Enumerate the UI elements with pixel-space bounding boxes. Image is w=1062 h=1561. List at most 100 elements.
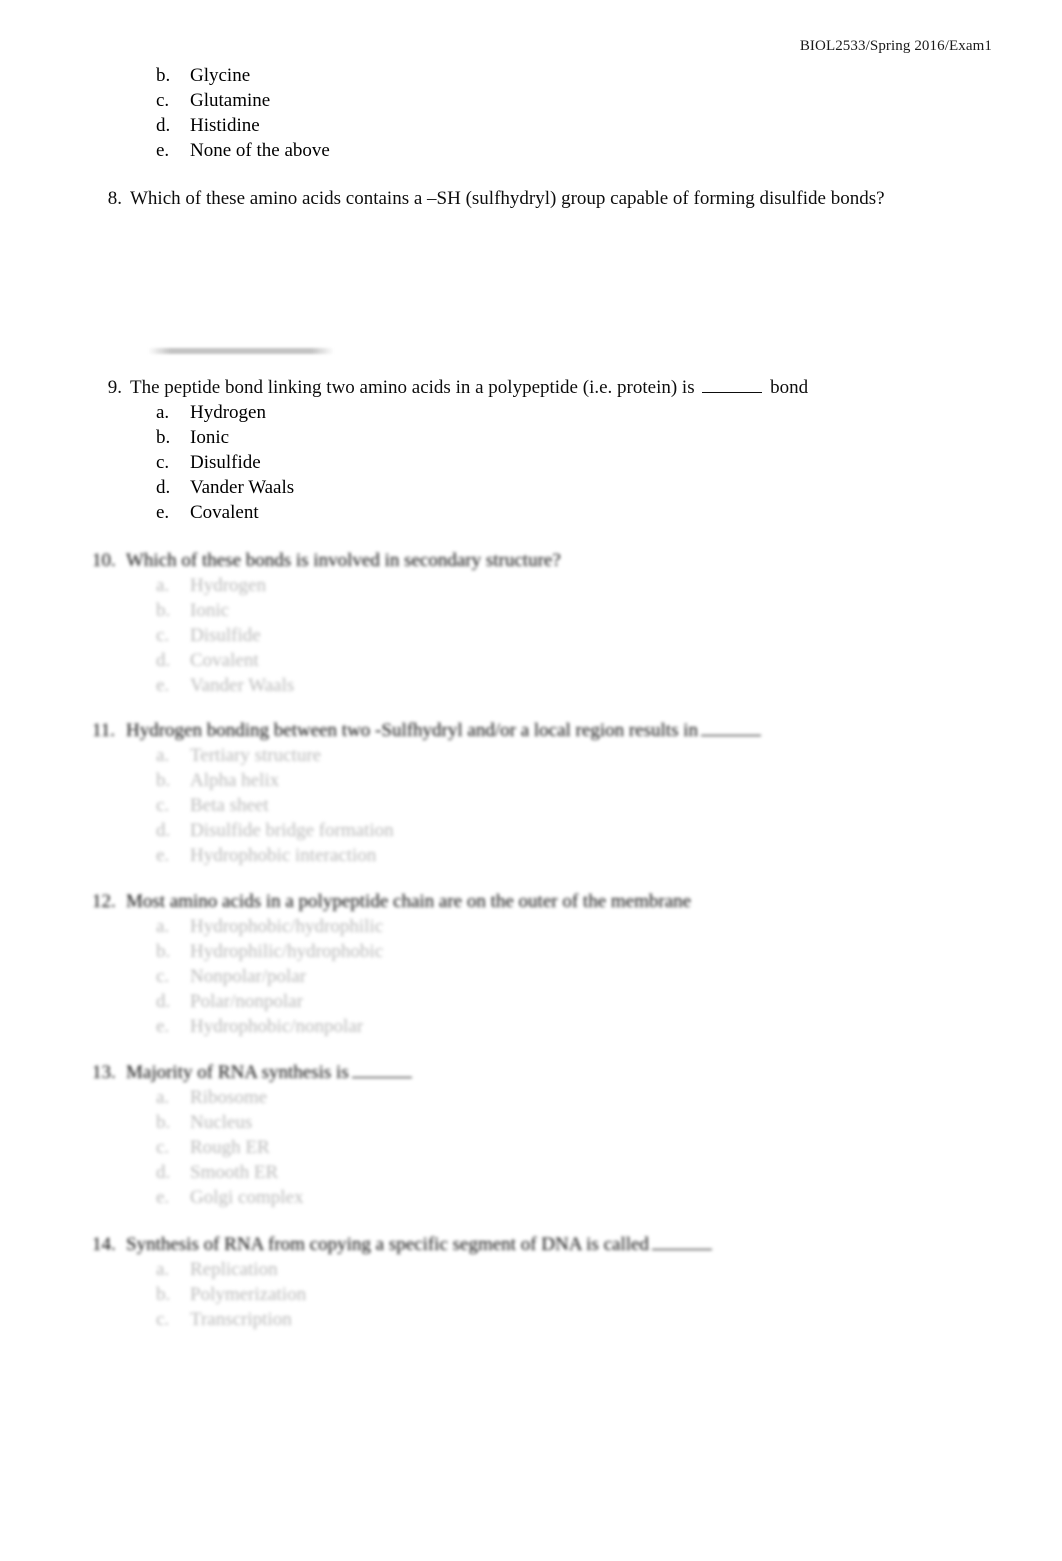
choice-letter: c. bbox=[156, 90, 170, 111]
list-item[interactable]: e. Vander Waals bbox=[0, 673, 1062, 698]
question-13: 13. Majority of RNA synthesis is a. Ribo… bbox=[0, 1060, 1062, 1210]
choice-text: Covalent bbox=[190, 502, 259, 523]
list-item[interactable]: a. Hydrophobic/hydrophilic bbox=[0, 914, 1062, 939]
list-item[interactable]: d. Polar/nonpolar bbox=[0, 989, 1062, 1014]
choice-text: Histidine bbox=[190, 115, 260, 136]
question-text: Hydrogen bonding between two -Sulfhydryl… bbox=[126, 718, 1062, 743]
question-text-body: Synthesis of RNA from copying a specific… bbox=[126, 1234, 649, 1255]
list-item[interactable]: c. Transcription bbox=[0, 1307, 1062, 1332]
choice-text: Hydrogen bbox=[190, 402, 266, 423]
question-number: 10. bbox=[92, 550, 116, 571]
choice-letter: a. bbox=[156, 402, 170, 423]
list-item[interactable]: c. Rough ER bbox=[0, 1135, 1062, 1160]
choice-letter: b. bbox=[156, 770, 171, 791]
choice-text: Hydrophobic/nonpolar bbox=[190, 1016, 364, 1037]
choice-list: a. Ribosome b. Nucleus c. Rough ER d. Sm… bbox=[0, 1085, 1062, 1210]
list-item[interactable]: c. Glutamine bbox=[0, 88, 1062, 113]
choice-letter: b. bbox=[156, 65, 171, 86]
choice-letter: c. bbox=[156, 1137, 170, 1158]
list-item[interactable]: e. None of the above bbox=[0, 138, 1062, 163]
choice-text: Alpha helix bbox=[190, 770, 280, 791]
choice-text: Ionic bbox=[190, 427, 230, 448]
choice-text: Hydrogen bbox=[190, 575, 266, 596]
choice-text: Hydrophilic/hydrophobic bbox=[190, 941, 384, 962]
list-item[interactable]: a. Replication bbox=[0, 1257, 1062, 1282]
question-number: 13. bbox=[92, 1062, 116, 1083]
fill-in-blank bbox=[351, 1077, 412, 1078]
list-item[interactable]: a. Tertiary structure bbox=[0, 743, 1062, 768]
choice-text: Replication bbox=[190, 1259, 278, 1280]
list-item[interactable]: d. Covalent bbox=[0, 648, 1062, 673]
list-item[interactable]: b. Ionic bbox=[0, 598, 1062, 623]
choice-text: Vander Waals bbox=[190, 477, 295, 498]
list-item[interactable]: b. Glycine bbox=[0, 63, 1062, 88]
list-item[interactable]: a. Hydrogen bbox=[0, 400, 1062, 425]
choice-text: Glutamine bbox=[190, 90, 271, 111]
choice-text: Glycine bbox=[190, 65, 251, 86]
choice-list: a. Tertiary structure b. Alpha helix c. … bbox=[0, 743, 1062, 868]
choice-letter: a. bbox=[156, 1259, 170, 1280]
choice-text: Vander Waals bbox=[190, 675, 295, 696]
list-item[interactable]: c. Disulfide bbox=[0, 623, 1062, 648]
choice-letter: e. bbox=[156, 845, 170, 866]
list-item[interactable]: a. Hydrogen bbox=[0, 573, 1062, 598]
question-12: 12. Most amino acids in a polypeptide ch… bbox=[0, 889, 1062, 1039]
choice-letter: e. bbox=[156, 1187, 170, 1208]
question-12-line: 12. Most amino acids in a polypeptide ch… bbox=[0, 889, 1062, 914]
list-item[interactable]: c. Nonpolar/polar bbox=[0, 964, 1062, 989]
choice-letter: e. bbox=[156, 502, 170, 523]
question-text-before-blank: The peptide bond linking two amino acids… bbox=[130, 377, 700, 398]
choice-letter: a. bbox=[156, 916, 170, 937]
question-text-after-blank: bond bbox=[765, 377, 809, 398]
choice-letter: a. bbox=[156, 575, 170, 596]
choice-list: a. Hydrophobic/hydrophilic b. Hydrophili… bbox=[0, 914, 1062, 1039]
choice-text: Polar/nonpolar bbox=[190, 991, 303, 1012]
question-text: Which of these bonds is involved in seco… bbox=[126, 550, 561, 571]
list-item[interactable]: d. Smooth ER bbox=[0, 1160, 1062, 1185]
choice-letter: d. bbox=[156, 991, 171, 1012]
choice-letter: d. bbox=[156, 1162, 171, 1183]
page-header: BIOL2533/Spring 2016/Exam1 bbox=[799, 38, 992, 54]
choice-letter: e. bbox=[156, 1016, 170, 1037]
choice-letter: c. bbox=[156, 625, 170, 646]
question-number: 11. bbox=[92, 720, 116, 741]
choice-text: Hydrophobic/hydrophilic bbox=[190, 916, 384, 937]
list-item[interactable]: c. Disulfide bbox=[0, 450, 1062, 475]
choice-list: a. Hydrogen b. Ionic c. Disulfide d. Cov… bbox=[0, 573, 1062, 698]
list-item[interactable]: c. Beta sheet bbox=[0, 793, 1062, 818]
question-text: Most amino acids in a polypeptide chain … bbox=[126, 891, 692, 912]
choice-letter: d. bbox=[156, 650, 171, 671]
list-item[interactable]: d. Disulfide bridge formation bbox=[0, 818, 1062, 843]
list-item[interactable]: e. Golgi complex bbox=[0, 1185, 1062, 1210]
list-item[interactable]: d. Vander Waals bbox=[0, 475, 1062, 500]
question-8-line: 8. Which of these amino acids contains a… bbox=[0, 186, 1062, 211]
question-13-line: 13. Majority of RNA synthesis is bbox=[0, 1060, 1062, 1085]
list-item[interactable]: b. Ionic bbox=[0, 425, 1062, 450]
list-item[interactable]: e. Hydrophobic interaction bbox=[0, 843, 1062, 868]
question-9: 9. The peptide bond linking two amino ac… bbox=[0, 375, 1062, 525]
list-item[interactable]: b. Hydrophilic/hydrophobic bbox=[0, 939, 1062, 964]
choice-letter: b. bbox=[156, 600, 171, 621]
list-item[interactable]: b. Polymerization bbox=[0, 1282, 1062, 1307]
choice-letter: b. bbox=[156, 941, 171, 962]
list-item[interactable]: e. Hydrophobic/nonpolar bbox=[0, 1014, 1062, 1039]
list-item[interactable]: d. Histidine bbox=[0, 113, 1062, 138]
choice-text: Polymerization bbox=[190, 1284, 307, 1305]
choice-text: None of the above bbox=[190, 140, 330, 161]
question-number: 14. bbox=[92, 1234, 116, 1255]
choice-letter: a. bbox=[156, 745, 170, 766]
choice-list: a. Replication b. Polymerization c. Tran… bbox=[0, 1257, 1062, 1332]
choice-letter: e. bbox=[156, 675, 170, 696]
list-item[interactable]: b. Nucleus bbox=[0, 1110, 1062, 1135]
question-text: Synthesis of RNA from copying a specific… bbox=[126, 1232, 1062, 1257]
list-item[interactable]: b. Alpha helix bbox=[0, 768, 1062, 793]
list-item[interactable]: a. Ribosome bbox=[0, 1085, 1062, 1110]
question-9-line: 9. The peptide bond linking two amino ac… bbox=[0, 375, 1062, 400]
choice-text: Golgi complex bbox=[190, 1187, 304, 1208]
choice-text: Rough ER bbox=[190, 1137, 270, 1158]
question-text: Which of these amino acids contains a –S… bbox=[130, 188, 885, 209]
list-item[interactable]: e. Covalent bbox=[0, 500, 1062, 525]
choice-text: Smooth ER bbox=[190, 1162, 279, 1183]
choice-text: Transcription bbox=[190, 1309, 292, 1330]
choice-list: b. Glycine c. Glutamine d. Histidine e. … bbox=[0, 63, 1062, 163]
